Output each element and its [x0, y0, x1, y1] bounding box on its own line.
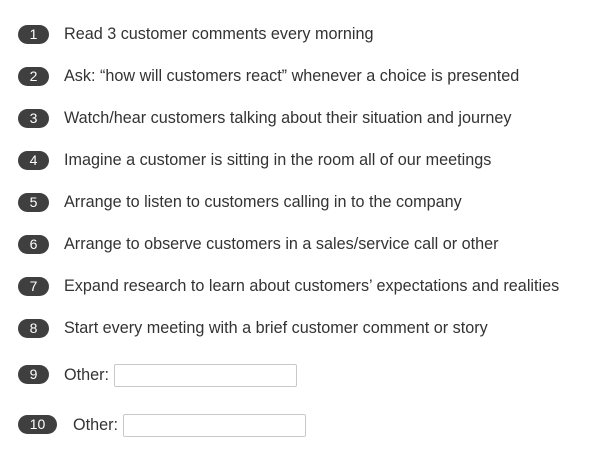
other-field-group: Other: [73, 410, 306, 440]
other-field-group: Other: [64, 360, 297, 390]
item-label: Imagine a customer is sitting in the roo… [64, 151, 492, 169]
item-number-badge: 3 [18, 109, 49, 128]
other-label: Other: [64, 365, 109, 384]
other-text-input[interactable] [113, 363, 297, 387]
item-number-badge: 2 [18, 67, 49, 86]
item-label: Expand research to learn about customers… [64, 277, 560, 295]
other-label: Other: [73, 415, 118, 434]
item-label: Arrange to observe customers in a sales/… [64, 235, 499, 253]
item-label: Start every meeting with a brief custome… [64, 319, 488, 337]
item-number-badge: 8 [18, 319, 49, 338]
item-number-badge: 6 [18, 235, 49, 254]
other-text-input[interactable] [122, 413, 306, 437]
item-number-badge: 7 [18, 277, 49, 296]
item-label: Ask: “how will customers react” whenever… [64, 67, 520, 85]
item-number-badge: 5 [18, 193, 49, 212]
item-number-badge: 10 [18, 415, 57, 434]
item-label: Arrange to listen to customers calling i… [64, 193, 462, 211]
item-label: Watch/hear customers talking about their… [64, 109, 512, 127]
item-label: Read 3 customer comments every morning [64, 25, 374, 43]
item-number-badge: 4 [18, 151, 49, 170]
item-number-badge: 9 [18, 365, 49, 384]
item-number-badge: 1 [18, 25, 49, 44]
